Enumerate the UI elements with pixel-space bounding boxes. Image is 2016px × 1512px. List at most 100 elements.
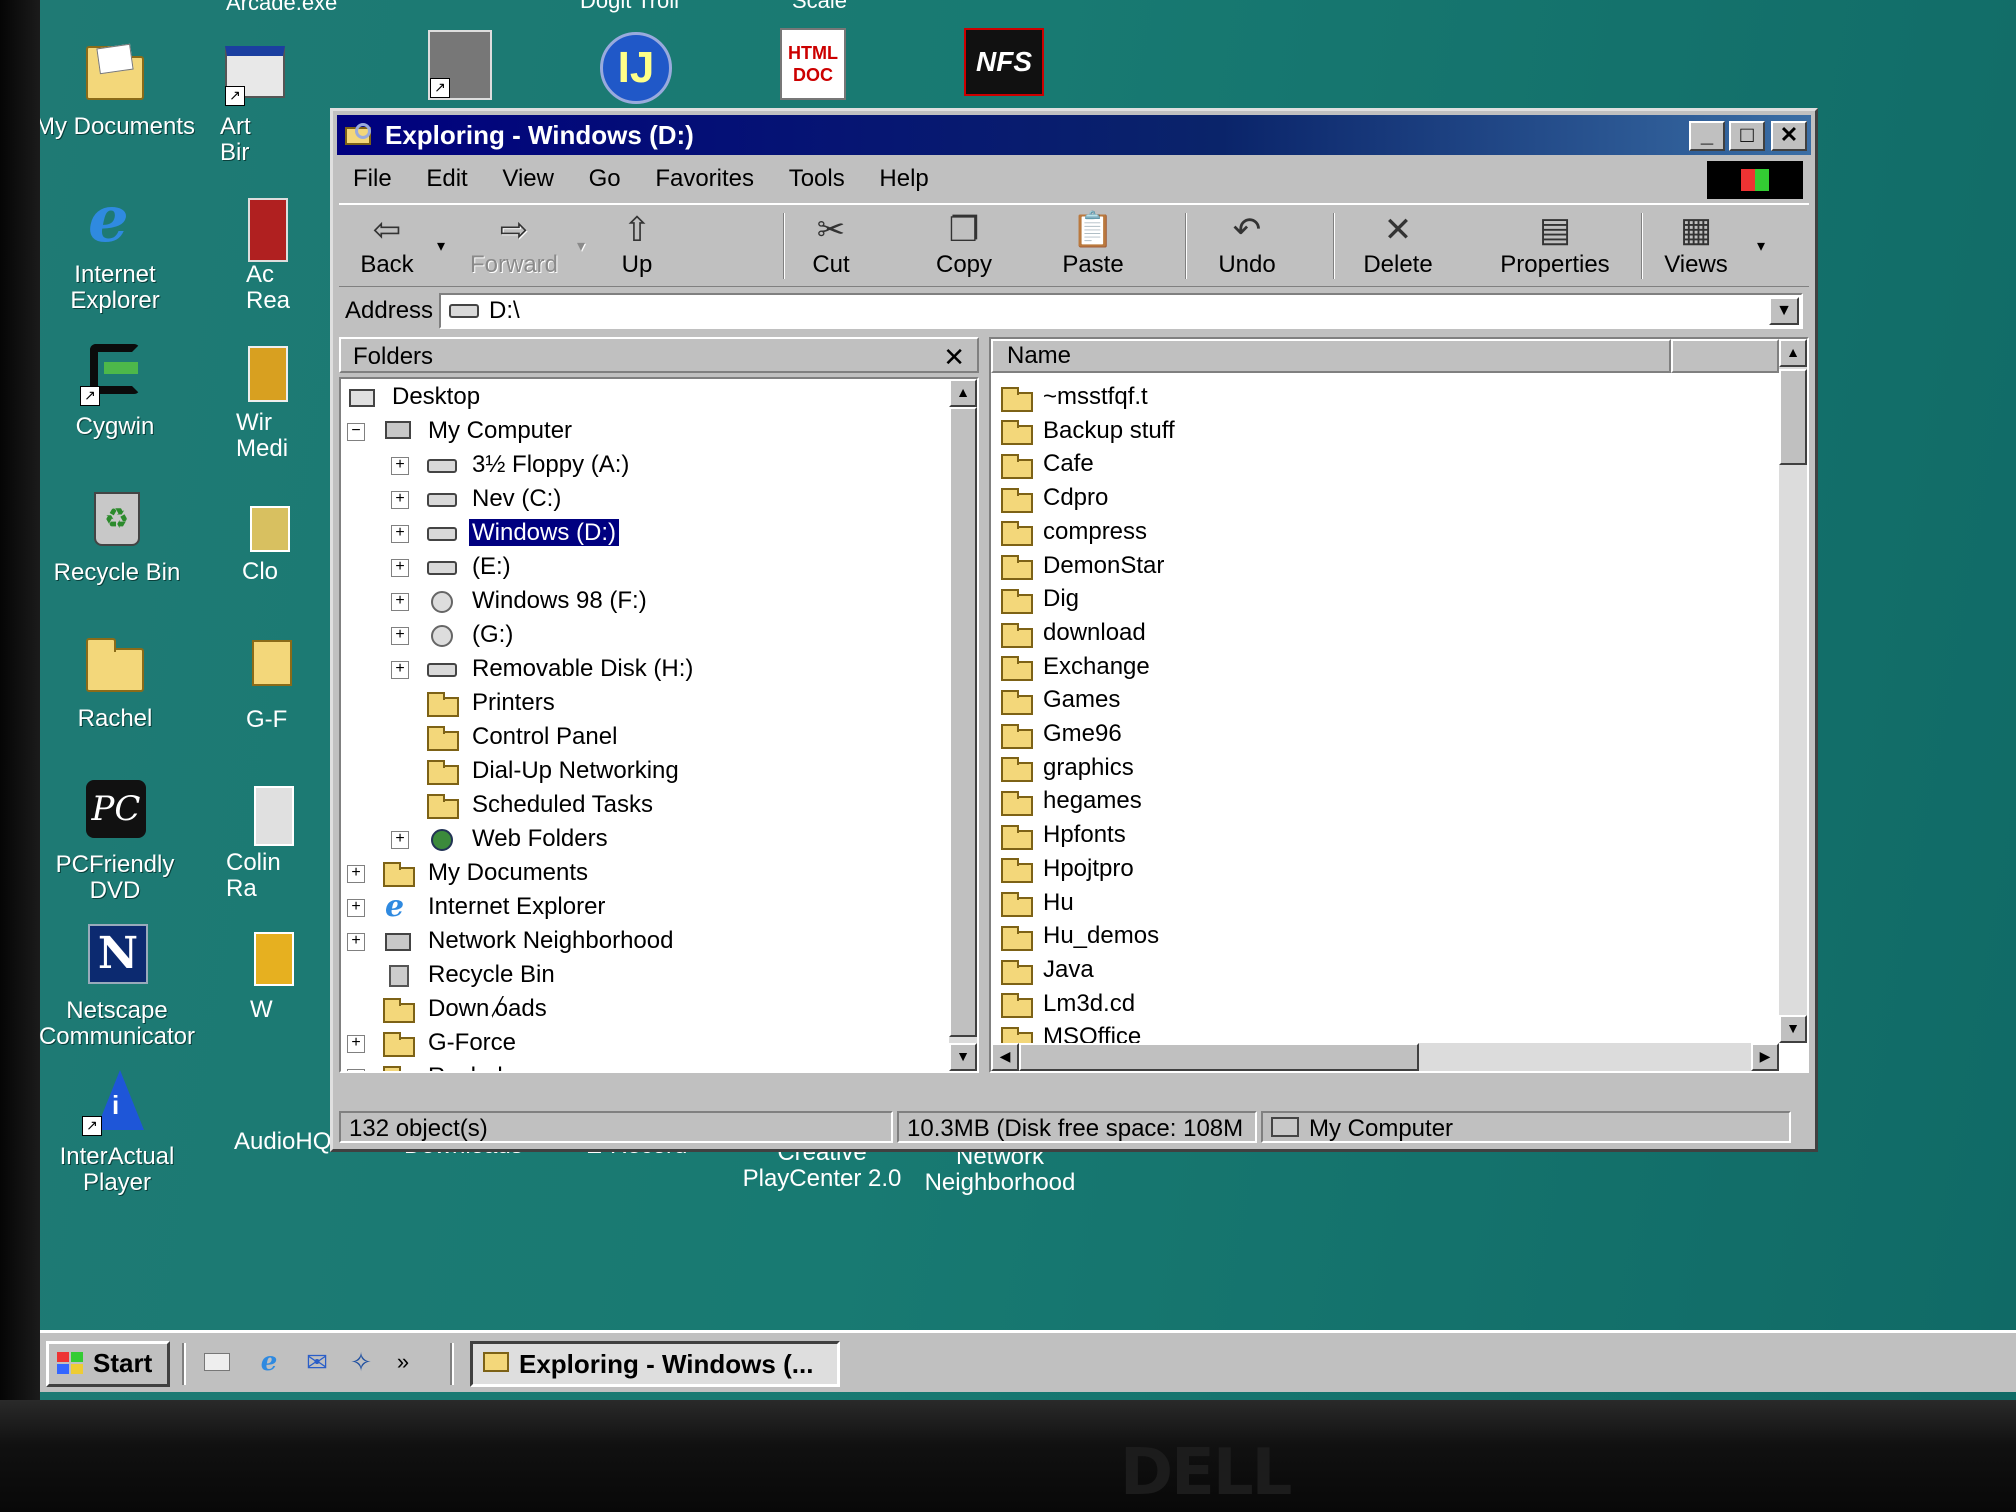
- quicklaunch-outlook-icon[interactable]: ✉: [300, 1345, 334, 1379]
- paste-button[interactable]: 📋 Paste: [1043, 209, 1143, 285]
- desktop-icon-recycle-bin[interactable]: ♻ Recycle Bin: [32, 486, 202, 586]
- file-list-item[interactable]: Exchange: [1001, 651, 1150, 683]
- file-list-item[interactable]: Hu: [1001, 887, 1074, 919]
- desktop-icon-netscape[interactable]: N Netscape Communicator: [32, 924, 202, 1050]
- scroll-down-button[interactable]: ▼: [1779, 1015, 1807, 1043]
- tool-app-icon[interactable]: ↗: [428, 30, 492, 100]
- tree-item-drive-e[interactable]: + (E:): [391, 551, 514, 583]
- taskbar-button-explorer[interactable]: Exploring - Windows (...: [470, 1341, 840, 1387]
- back-button[interactable]: ⇦ Back: [345, 209, 429, 285]
- menu-go[interactable]: Go: [575, 159, 635, 199]
- expand-toggle[interactable]: +: [391, 559, 409, 577]
- file-list-hscroll[interactable]: ◀ ▶: [991, 1043, 1779, 1071]
- expand-toggle[interactable]: +: [391, 593, 409, 611]
- quicklaunch-more-icon[interactable]: »: [386, 1345, 420, 1379]
- tree-item-gforce[interactable]: + G-Force: [347, 1027, 519, 1059]
- nfs-icon[interactable]: NFS: [964, 28, 1044, 96]
- folders-close-icon[interactable]: ✕: [943, 339, 965, 375]
- desktop-label-gforce[interactable]: G-F: [246, 706, 287, 734]
- file-list-item[interactable]: Games: [1001, 684, 1120, 716]
- expand-toggle[interactable]: +: [391, 831, 409, 849]
- file-list-item[interactable]: Lm3d.cd: [1001, 988, 1135, 1020]
- expand-toggle[interactable]: +: [391, 627, 409, 645]
- forward-dropdown[interactable]: ▾: [571, 209, 591, 285]
- copy-button[interactable]: ❐ Copy: [919, 209, 1009, 285]
- quicklaunch-desktop-icon[interactable]: [200, 1345, 234, 1379]
- maximize-button[interactable]: □: [1729, 121, 1765, 151]
- file-list-item[interactable]: Hpojtpro: [1001, 853, 1134, 885]
- tree-item-downloads[interactable]: Downloads: [383, 993, 550, 1025]
- scroll-up-button[interactable]: ▲: [1779, 339, 1807, 367]
- tree-item-drive-c[interactable]: + Nev (C:): [391, 483, 564, 515]
- expand-toggle[interactable]: +: [347, 933, 365, 951]
- scroll-thumb[interactable]: [949, 407, 977, 1037]
- views-button[interactable]: ▦ Views: [1651, 209, 1741, 285]
- expand-toggle[interactable]: +: [391, 491, 409, 509]
- desktop-icon-interactual[interactable]: i ↗ InterActual Player: [32, 1070, 202, 1196]
- properties-button[interactable]: ▤ Properties: [1475, 209, 1635, 285]
- minimize-button[interactable]: _: [1689, 121, 1725, 151]
- file-list-item[interactable]: graphics: [1001, 752, 1134, 784]
- menu-help[interactable]: Help: [865, 159, 942, 199]
- menu-view[interactable]: View: [488, 159, 568, 199]
- collapse-toggle[interactable]: −: [347, 423, 365, 441]
- tree-item-network[interactable]: + Network Neighborhood: [347, 925, 676, 957]
- menu-tools[interactable]: Tools: [775, 159, 859, 199]
- tree-item-control-panel[interactable]: Control Panel: [427, 721, 620, 753]
- file-list-item[interactable]: Hpfonts: [1001, 819, 1126, 851]
- desktop-label-windows-media[interactable]: Wir Medi: [236, 410, 288, 462]
- tree-item-drive-f[interactable]: + Windows 98 (F:): [391, 585, 650, 617]
- tree-item-my-documents[interactable]: + My Documents: [347, 857, 591, 889]
- file-list-item[interactable]: Gme96: [1001, 718, 1122, 750]
- file-list-vscroll[interactable]: ▲ ▼: [1779, 339, 1807, 1043]
- quicklaunch-channels-icon[interactable]: ✧: [344, 1345, 378, 1379]
- start-button[interactable]: Start: [46, 1341, 170, 1387]
- tree-item-my-computer[interactable]: − My Computer: [347, 415, 575, 447]
- ij-app-icon[interactable]: IJ: [600, 32, 672, 104]
- back-dropdown[interactable]: ▾: [431, 209, 451, 285]
- address-input[interactable]: D:\ ▼: [439, 293, 1803, 329]
- desktop-label-clo[interactable]: Clo: [242, 558, 278, 586]
- column-header-size[interactable]: [1671, 339, 1779, 373]
- file-list-item[interactable]: hegames: [1001, 785, 1142, 817]
- tree-item-drive-g[interactable]: + (G:): [391, 619, 516, 651]
- undo-button[interactable]: ↶ Undo: [1197, 209, 1297, 285]
- tree-item-printers[interactable]: Printers: [427, 687, 558, 719]
- tree-item-floppy[interactable]: +3½ Floppy (A:): [391, 449, 632, 481]
- expand-toggle[interactable]: +: [391, 525, 409, 543]
- tree-item-rachel[interactable]: +Rachel: [347, 1061, 506, 1071]
- file-list-item[interactable]: Backup stuff: [1001, 415, 1175, 447]
- html-doc-icon[interactable]: HTML DOC: [780, 28, 846, 100]
- scroll-left-button[interactable]: ◀: [991, 1043, 1019, 1071]
- desktop-icon-internet-explorer[interactable]: e Internet Explorer: [30, 188, 200, 314]
- expand-toggle[interactable]: +: [391, 661, 409, 679]
- expand-toggle[interactable]: +: [347, 1069, 365, 1071]
- file-list-item[interactable]: DemonStar: [1001, 550, 1164, 582]
- menu-file[interactable]: File: [339, 159, 406, 199]
- menu-edit[interactable]: Edit: [412, 159, 481, 199]
- hscroll-thumb[interactable]: [1019, 1043, 1419, 1071]
- file-list-item[interactable]: Cafe: [1001, 448, 1094, 480]
- expand-toggle[interactable]: +: [391, 457, 409, 475]
- tree-item-dialup[interactable]: Dial-Up Networking: [427, 755, 682, 787]
- scroll-up-button[interactable]: ▲: [949, 379, 977, 407]
- desktop-label-audiohq[interactable]: AudioHQ: [234, 1128, 331, 1156]
- desktop-label-colin[interactable]: Colin Ra: [226, 850, 281, 902]
- scroll-down-button[interactable]: ▼: [949, 1043, 977, 1071]
- expand-toggle[interactable]: +: [347, 899, 365, 917]
- file-list-item[interactable]: ~msstfqf.t: [1001, 381, 1148, 413]
- file-list-item[interactable]: Java: [1001, 954, 1094, 986]
- desktop-icon-cygwin[interactable]: ↗ Cygwin: [30, 340, 200, 440]
- title-bar[interactable]: Exploring - Windows (D:) _ □ ✕: [337, 115, 1811, 155]
- up-button[interactable]: ⇧ Up: [597, 209, 677, 285]
- scroll-thumb[interactable]: [1779, 369, 1807, 465]
- delete-button[interactable]: ✕ Delete: [1343, 209, 1453, 285]
- file-list-item[interactable]: Cdpro: [1001, 482, 1108, 514]
- file-list-item[interactable]: download: [1001, 617, 1146, 649]
- menu-favorites[interactable]: Favorites: [641, 159, 768, 199]
- folder-tree-scrollbar[interactable]: ▲ ▼: [949, 379, 977, 1071]
- tree-item-drive-d[interactable]: + Windows (D:): [391, 517, 621, 549]
- expand-toggle[interactable]: +: [347, 1035, 365, 1053]
- desktop-icon-art[interactable]: ↗ Art Bir: [220, 40, 290, 166]
- file-list-item[interactable]: compress: [1001, 516, 1147, 548]
